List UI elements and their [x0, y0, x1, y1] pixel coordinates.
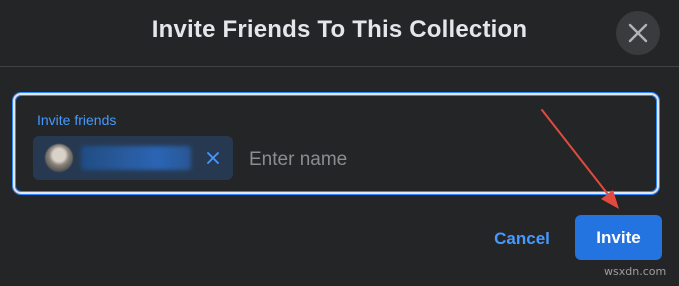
invite-friends-label: Invite friends — [37, 112, 117, 128]
close-button[interactable] — [616, 11, 660, 55]
header-divider — [0, 66, 679, 67]
remove-friend-button[interactable] — [203, 148, 223, 168]
dialog-title: Invite Friends To This Collection — [151, 16, 528, 43]
invite-button[interactable]: Invite — [575, 215, 662, 260]
friend-name-redacted — [81, 146, 191, 170]
selected-friend-chip[interactable] — [33, 136, 233, 180]
enter-name-input[interactable] — [247, 146, 641, 174]
close-icon — [628, 23, 648, 43]
cancel-button[interactable]: Cancel — [478, 217, 566, 261]
remove-icon — [207, 152, 219, 164]
avatar — [45, 144, 73, 172]
invite-dialog: Invite Friends To This Collection Invite… — [0, 0, 679, 286]
invite-friends-field[interactable]: Invite friends — [13, 93, 659, 194]
watermark: wsxdn.com — [604, 265, 667, 278]
